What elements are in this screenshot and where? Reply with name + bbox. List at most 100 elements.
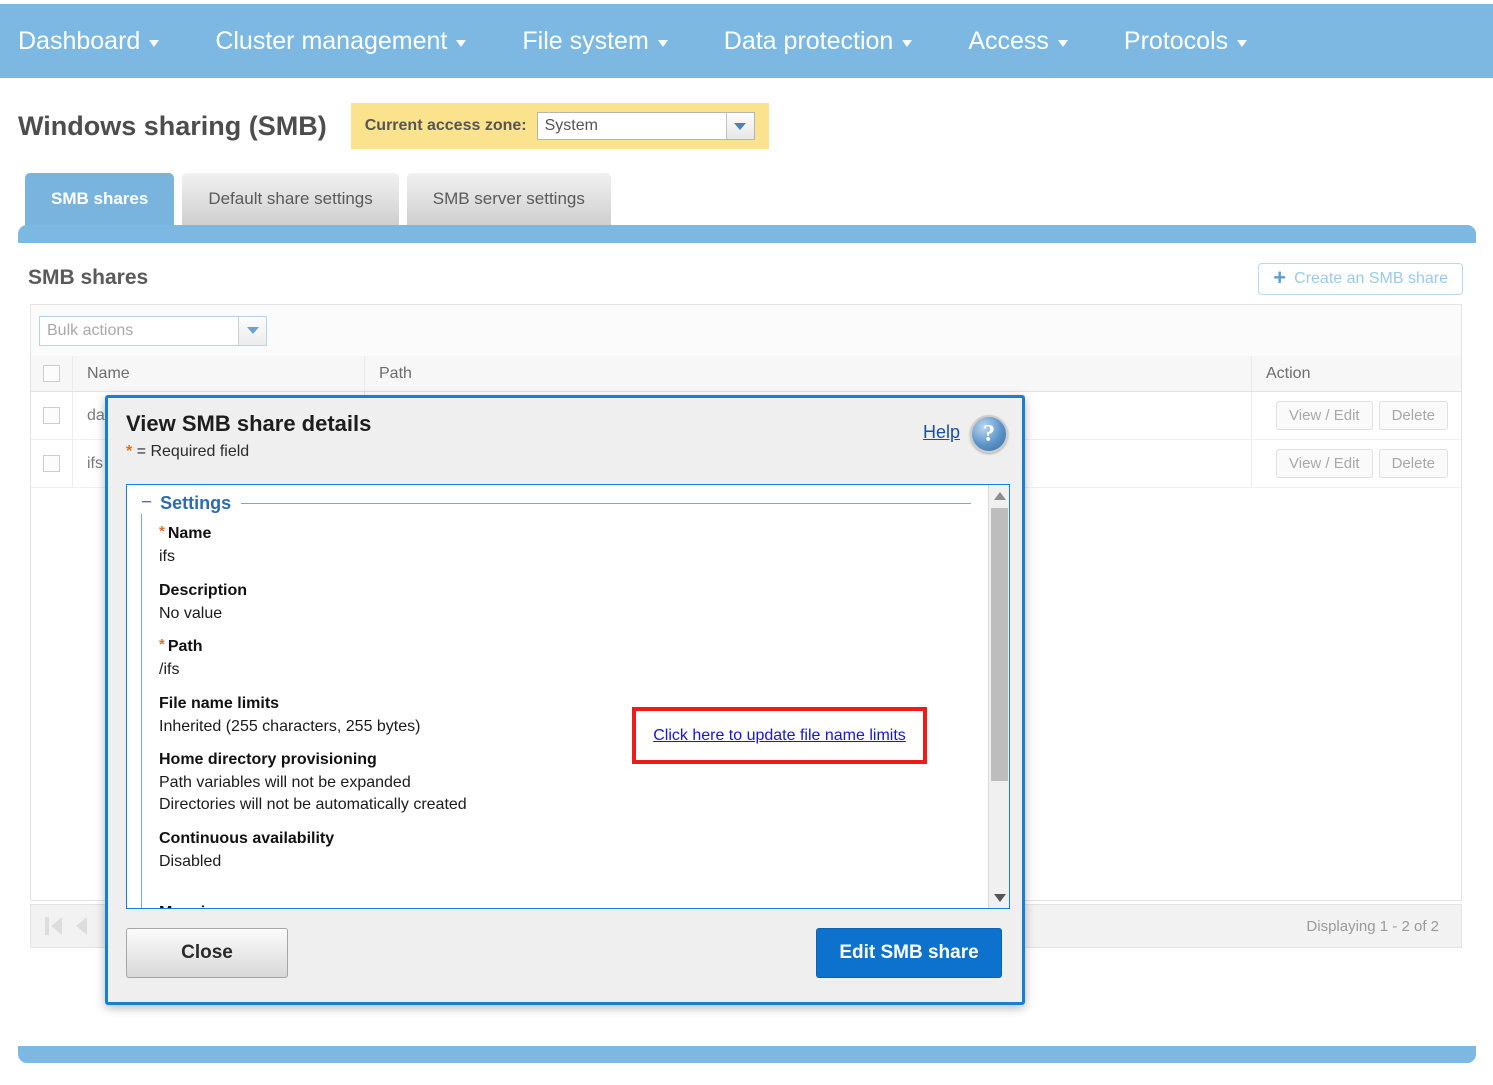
chevron-down-icon[interactable]: [238, 316, 266, 345]
row-checkbox[interactable]: [43, 455, 60, 472]
first-page-icon[interactable]: [45, 917, 62, 935]
chevron-down-icon: [456, 39, 467, 47]
required-asterisk-icon: *: [159, 636, 165, 654]
delete-button[interactable]: Delete: [1378, 401, 1448, 430]
column-header-name: Name: [73, 356, 365, 391]
tab-label: Default share settings: [208, 189, 373, 208]
row-select-cell: [31, 392, 73, 439]
chevron-down-icon[interactable]: [725, 113, 754, 139]
nav-item-protocols[interactable]: Protocols: [1096, 27, 1275, 56]
settings-field-list: * Name ifs Description No value * Path /…: [159, 523, 719, 886]
field-value: Path variables will not be expanded Dire…: [159, 774, 467, 813]
view-edit-button[interactable]: View / Edit: [1276, 449, 1373, 478]
bulk-actions-select[interactable]: Bulk actions: [39, 315, 267, 346]
nav-item-label: Access: [968, 26, 1049, 55]
field-label-text: Name: [167, 525, 212, 542]
dialog-header: View SMB share details * = Required fiel…: [108, 398, 1022, 484]
nav-item-cluster-management[interactable]: Cluster management: [187, 27, 494, 56]
cell-action: View / Edit Delete: [1252, 440, 1461, 487]
cell-action: View / Edit Delete: [1252, 392, 1461, 439]
tab-default-share-settings[interactable]: Default share settings: [182, 173, 399, 225]
column-header-path: Path: [365, 356, 1252, 391]
create-smb-share-label: Create an SMB share: [1294, 270, 1448, 287]
tab-bar: SMB shares Default share settings SMB se…: [25, 173, 619, 225]
tab-label: SMB server settings: [432, 189, 585, 208]
pagination-status: Displaying 1 - 2 of 2: [1306, 917, 1439, 935]
nav-item-access[interactable]: Access: [940, 27, 1096, 56]
create-smb-share-button[interactable]: + Create an SMB share: [1258, 263, 1463, 295]
collapse-toggle-icon[interactable]: −: [141, 492, 152, 514]
help-link[interactable]: Help: [923, 422, 960, 443]
scroll-down-icon[interactable]: [989, 887, 1009, 908]
field-continuous-availability: Continuous availability Disabled: [159, 830, 719, 873]
fieldset-left-border: [141, 503, 142, 908]
plus-icon: +: [1273, 265, 1287, 290]
nav-item-label: Dashboard: [18, 26, 141, 55]
dialog-footer: Close Edit SMB share: [108, 910, 1022, 1002]
access-zone-label: Current access zone:: [364, 117, 527, 134]
table-toolbar: Bulk actions: [30, 304, 1462, 356]
field-name: * Name ifs: [159, 523, 719, 568]
nav-item-label: Cluster management: [215, 26, 448, 55]
required-field-text: = Required field: [136, 443, 250, 460]
pagination-controls: [45, 917, 87, 935]
field-label: Description: [159, 582, 719, 600]
delete-button[interactable]: Delete: [1378, 449, 1448, 478]
view-smb-share-details-dialog: View SMB share details * = Required fiel…: [105, 395, 1025, 1005]
chevron-down-icon: [657, 39, 668, 47]
select-all-checkbox[interactable]: [43, 365, 60, 382]
nav-item-label: Data protection: [723, 26, 894, 55]
scroll-up-icon[interactable]: [989, 485, 1009, 506]
view-edit-button[interactable]: View / Edit: [1276, 401, 1373, 430]
access-zone-select[interactable]: System: [536, 112, 755, 140]
row-select-cell: [31, 440, 73, 487]
field-label-text: Continuous availability: [159, 829, 335, 847]
close-button[interactable]: Close: [126, 928, 288, 978]
nav-item-file-system[interactable]: File system: [494, 27, 695, 56]
dialog-vertical-scrollbar[interactable]: [988, 485, 1009, 908]
field-label-text: Home directory provisioning: [159, 751, 377, 769]
fieldset-top-border: [141, 503, 971, 504]
field-label-text: File name limits: [159, 694, 280, 712]
required-asterisk-icon: *: [159, 523, 165, 540]
field-value: No value: [159, 604, 223, 622]
nav-item-data-protection[interactable]: Data protection: [696, 27, 941, 56]
access-zone-panel: Current access zone: System: [350, 103, 769, 149]
scrollbar-thumb[interactable]: [991, 508, 1008, 781]
nav-item-dashboard[interactable]: Dashboard: [0, 27, 187, 56]
column-header-action: Action: [1266, 364, 1311, 382]
tab-smb-server-settings[interactable]: SMB server settings: [406, 173, 611, 225]
page-footer-accent: [18, 1046, 1476, 1063]
required-asterisk-icon: *: [126, 443, 133, 460]
field-label-text: Description: [159, 581, 248, 599]
tab-smb-shares[interactable]: SMB shares: [25, 173, 175, 225]
top-navigation-bar: Dashboard Cluster management File system…: [0, 4, 1493, 78]
field-value: Disabled: [159, 852, 222, 870]
chevron-down-icon: [149, 39, 160, 47]
field-label: * Path: [159, 636, 719, 656]
field-path: * Path /ifs: [159, 636, 719, 681]
update-file-name-limits-link[interactable]: Click here to update file name limits: [653, 727, 906, 745]
row-checkbox[interactable]: [43, 407, 60, 424]
help-question-icon[interactable]: ?: [970, 415, 1008, 453]
edit-smb-share-button[interactable]: Edit SMB share: [816, 928, 1002, 978]
nav-item-label: Protocols: [1123, 26, 1229, 55]
update-file-name-limits-highlight: Click here to update file name limits: [632, 707, 927, 764]
chevron-down-icon: [1057, 39, 1068, 47]
field-label: * Name: [159, 523, 719, 543]
access-zone-value: System: [544, 117, 598, 134]
section-title: SMB shares: [28, 266, 149, 289]
tab-label: SMB shares: [51, 189, 149, 208]
select-all-header: [31, 356, 73, 391]
bulk-actions-placeholder: Bulk actions: [47, 321, 134, 339]
field-label: Continuous availability: [159, 830, 719, 848]
field-label-clipped: Mapping: [159, 904, 225, 908]
previous-page-icon[interactable]: [76, 917, 87, 935]
field-value: ifs: [159, 548, 175, 565]
dialog-title: View SMB share details: [126, 411, 372, 436]
page-title-row: Windows sharing (SMB) Current access zon…: [0, 100, 1493, 152]
chevron-down-icon: [902, 39, 913, 47]
nav-item-label: File system: [522, 26, 649, 55]
fieldset-legend-label: Settings: [160, 492, 232, 513]
chevron-down-icon: [1237, 39, 1248, 47]
